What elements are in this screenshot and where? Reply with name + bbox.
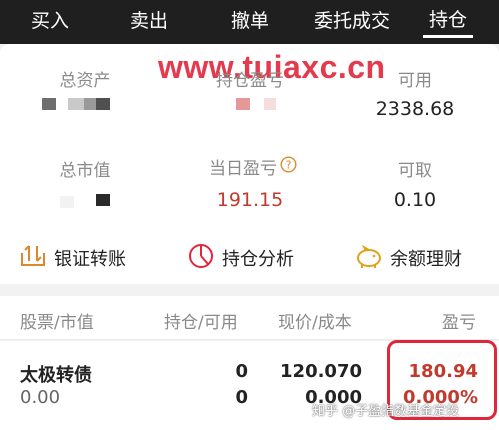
current-price: 120.070 xyxy=(280,361,362,382)
top-nav: 买入 卖出 撤单 委托成交 持仓 xyxy=(0,0,499,44)
account-summary-card: www.tuiaxc.cn 总资产 持仓盈亏 可用 2338.68 总市值 当日… xyxy=(0,44,499,284)
bank-securities-transfer-button[interactable]: 银证转账 xyxy=(18,240,126,276)
today-pl-value: 191.15 xyxy=(216,189,284,211)
available-value: 2338.68 xyxy=(375,98,455,120)
header-price-cost: 现价/成本 xyxy=(278,313,352,333)
transfer-icon xyxy=(18,241,54,276)
position-qty: 0 xyxy=(235,361,248,382)
balance-wealth-button[interactable]: 余额理财 xyxy=(354,240,462,276)
position-analysis-button[interactable]: 持仓分析 xyxy=(186,240,294,276)
today-pl-label: 当日盈亏 xyxy=(209,158,277,179)
tab-sell[interactable]: 卖出 xyxy=(108,0,190,44)
withdrawable-label: 可取 xyxy=(398,161,432,181)
stock-name: 太极转债 xyxy=(20,365,92,386)
tab-positions[interactable]: 持仓 xyxy=(423,0,473,38)
help-icon[interactable]: ? xyxy=(280,155,297,177)
app-screen: 买入 卖出 撤单 委托成交 持仓 www.tuiaxc.cn 总资产 持仓盈亏 … xyxy=(0,0,499,430)
piggy-bank-icon xyxy=(354,241,390,276)
zhihu-credit-watermark: 知乎 @子盈指数基金定投 xyxy=(312,404,460,419)
svg-text:?: ? xyxy=(286,158,292,171)
total-assets-label: 总资产 xyxy=(59,71,111,91)
today-pl-header: 当日盈亏 ? xyxy=(198,154,308,179)
header-position-available: 持仓/可用 xyxy=(164,313,238,333)
header-stock-market-value: 股票/市值 xyxy=(20,313,94,333)
positions-table-header: 股票/市值 持仓/可用 现价/成本 盈亏 xyxy=(0,296,499,340)
withdrawable-value: 0.10 xyxy=(393,189,437,211)
tab-buy[interactable]: 买入 xyxy=(10,0,90,44)
stock-market-value: 0.00 xyxy=(20,387,61,408)
header-profit-loss: 盈亏 xyxy=(442,313,476,333)
available-label: 可用 xyxy=(398,71,432,91)
pie-chart-icon xyxy=(186,241,222,276)
tab-cancel-order[interactable]: 撤单 xyxy=(210,0,290,44)
tab-orders-trades[interactable]: 委托成交 xyxy=(296,0,408,44)
transfer-label: 银证转账 xyxy=(54,249,126,270)
analysis-label: 持仓分析 xyxy=(222,249,294,270)
wealth-label: 余额理财 xyxy=(390,249,462,270)
market-value-label: 总市值 xyxy=(59,161,111,181)
available-qty: 0 xyxy=(235,387,248,408)
position-pl-label: 持仓盈亏 xyxy=(216,71,284,91)
